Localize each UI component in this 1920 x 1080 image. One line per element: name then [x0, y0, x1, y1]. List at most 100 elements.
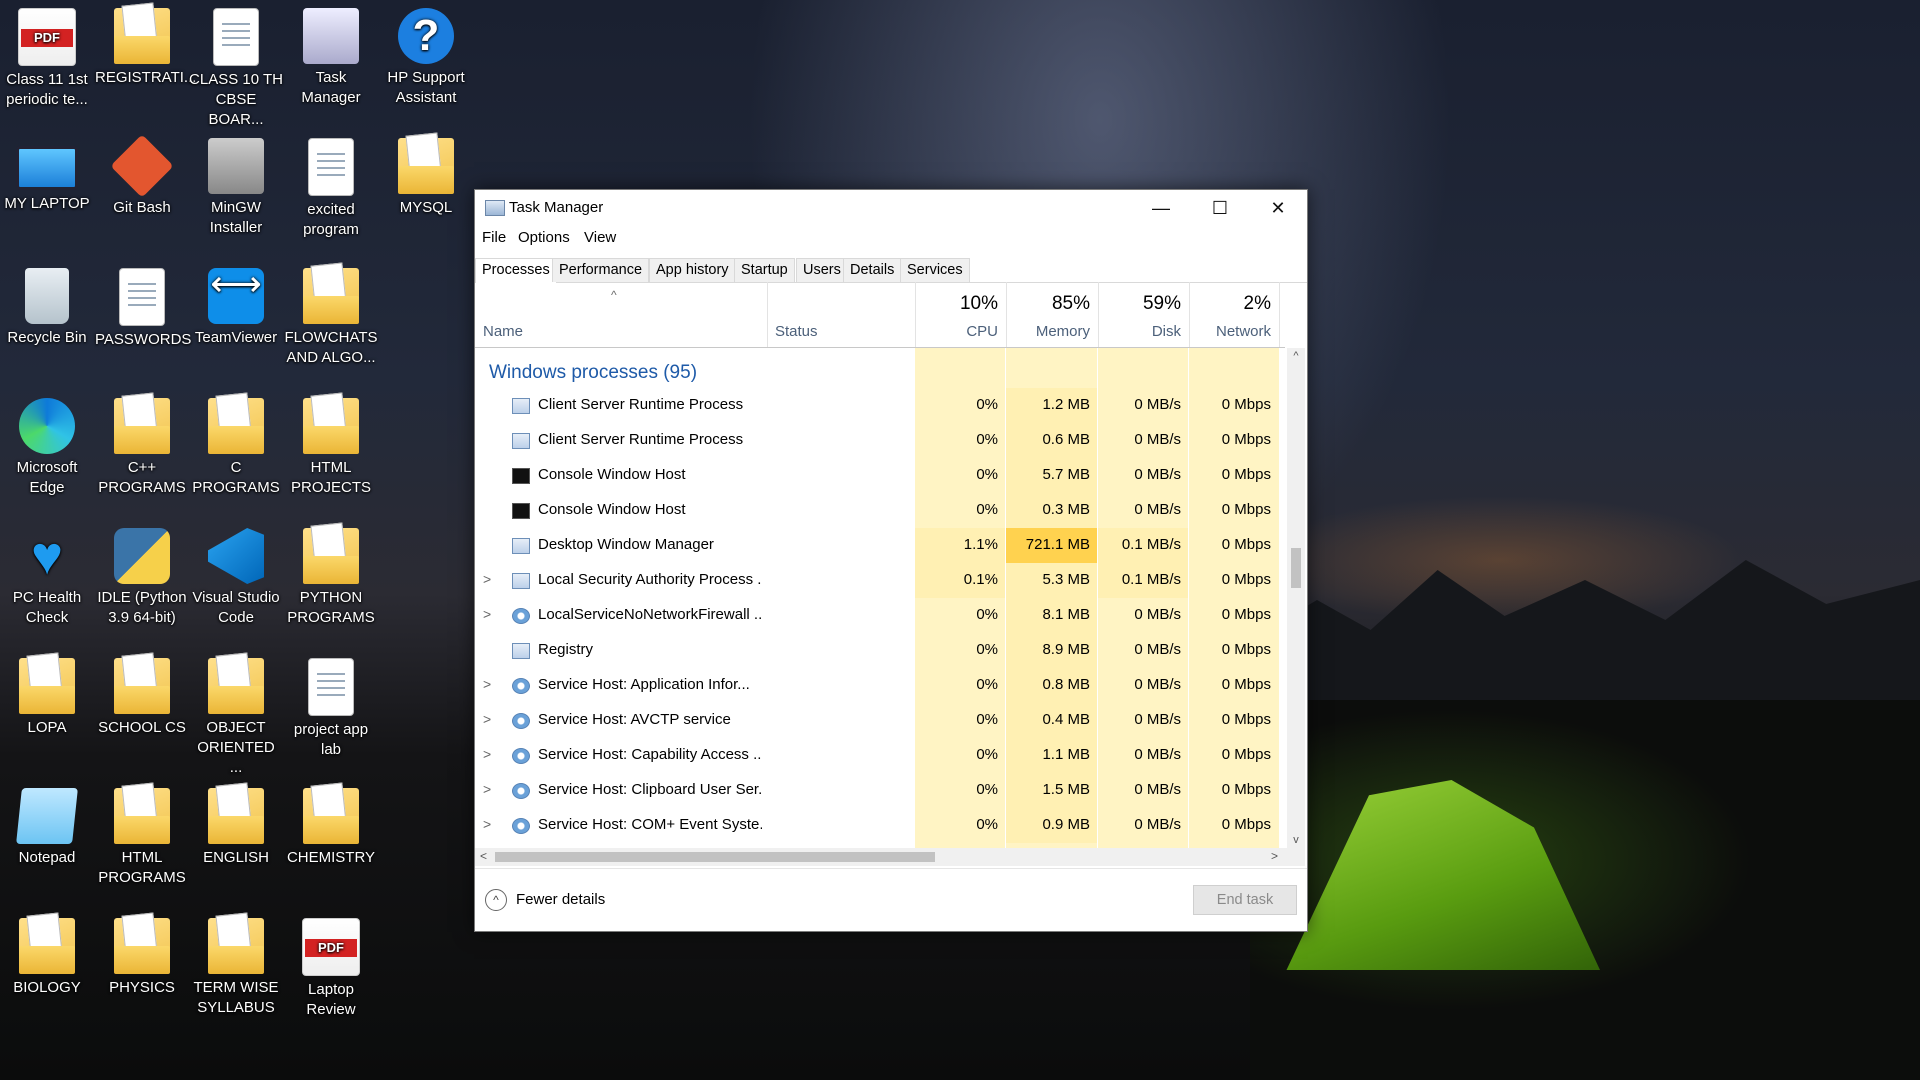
- menu-options[interactable]: Options: [518, 229, 570, 246]
- desktop-icon[interactable]: project app lab: [284, 650, 378, 760]
- expand-chevron-icon[interactable]: >: [483, 816, 497, 832]
- table-row[interactable]: Console Window Host 0% 0.3 MB 0 MB/s 0 Mbps: [475, 493, 1285, 528]
- desktop-icon[interactable]: Microsoft Edge: [0, 390, 94, 498]
- menu-file[interactable]: File: [482, 229, 506, 246]
- vertical-scrollbar[interactable]: ^ v: [1287, 348, 1305, 848]
- desktop-icon[interactable]: SCHOOL CS: [95, 650, 189, 738]
- table-row[interactable]: > Local Security Authority Process ... 0.1…: [475, 563, 1285, 598]
- process-memory: 8.1 MB: [1042, 606, 1090, 623]
- tab-performance[interactable]: Performance: [552, 258, 650, 282]
- table-row[interactable]: > Service Host: Application Infor... 0% 0.8…: [475, 668, 1285, 703]
- desktop-icon[interactable]: HTML PROGRAMS: [95, 780, 189, 888]
- tab-app-history[interactable]: App history: [649, 258, 736, 282]
- desktop-icon[interactable]: Notepad: [0, 780, 94, 868]
- column-cpu[interactable]: 10% CPU: [915, 282, 1007, 347]
- desktop-icon[interactable]: CLASS 10 TH CBSE BOAR...: [189, 0, 283, 130]
- table-row[interactable]: > Service Host: Capability Access ... 0% 1.…: [475, 738, 1285, 773]
- folder-icon: [208, 398, 264, 454]
- desktop-icon[interactable]: TeamViewer: [189, 260, 283, 348]
- group-header-windows-processes[interactable]: Windows processes (95): [489, 362, 697, 384]
- expand-chevron-icon[interactable]: >: [483, 676, 497, 692]
- tab-details[interactable]: Details: [843, 258, 902, 282]
- expand-chevron-icon[interactable]: >: [483, 571, 497, 587]
- folder-icon: [303, 398, 359, 454]
- desktop-icon[interactable]: C++ PROGRAMS: [95, 390, 189, 498]
- menu-view[interactable]: View: [584, 229, 616, 246]
- task-manager-icon: [303, 8, 359, 64]
- desktop-icon[interactable]: ENGLISH: [189, 780, 283, 868]
- table-row[interactable]: Client Server Runtime Process 0% 1.2 MB 0 M…: [475, 388, 1285, 423]
- column-name[interactable]: ^ Name: [475, 282, 768, 347]
- desktop-icon[interactable]: IDLE (Python 3.9 64-bit): [95, 520, 189, 628]
- table-row[interactable]: > Service Host: Clipboard User Ser... 0% 1.…: [475, 773, 1285, 808]
- expand-chevron-icon[interactable]: >: [483, 606, 497, 622]
- table-row[interactable]: Registry 0% 8.9 MB 0 MB/s 0 Mbps: [475, 633, 1285, 668]
- desktop-icon[interactable]: Visual Studio Code: [189, 520, 283, 628]
- desktop-icon[interactable]: FLOWCHATS AND ALGO...: [284, 260, 378, 368]
- desktop-icon[interactable]: PYTHON PROGRAMS: [284, 520, 378, 628]
- scroll-down-arrow[interactable]: v: [1287, 834, 1305, 846]
- desktop-icon[interactable]: REGISTRATI...: [95, 0, 197, 88]
- table-row[interactable]: Client Server Runtime Process 0% 0.6 MB 0 M…: [475, 423, 1285, 458]
- expand-chevron-icon[interactable]: >: [483, 711, 497, 727]
- desktop-icon[interactable]: MYSQL: [379, 130, 473, 218]
- desktop-icon[interactable]: C PROGRAMS: [189, 390, 283, 498]
- desktop-icon[interactable]: Recycle Bin: [0, 260, 94, 348]
- folder-icon: [303, 528, 359, 584]
- fewer-details-link[interactable]: Fewer details: [516, 891, 605, 908]
- expand-chevron-icon[interactable]: >: [483, 781, 497, 797]
- tab-services[interactable]: Services: [900, 258, 970, 282]
- desktop-icon[interactable]: Git Bash: [95, 130, 189, 218]
- scroll-up-arrow[interactable]: ^: [1287, 350, 1305, 362]
- table-row[interactable]: > Service Host: COM+ Event Syste... 0% 0.9 …: [475, 808, 1285, 843]
- desktop-icon[interactable]: ♥ PC Health Check: [0, 520, 94, 628]
- column-network[interactable]: 2% Network: [1189, 282, 1280, 347]
- title-bar[interactable]: Task Manager — ☐ ✕: [475, 190, 1307, 226]
- column-memory[interactable]: 85% Memory: [1006, 282, 1099, 347]
- chevron-up-icon[interactable]: ^: [485, 889, 507, 911]
- tab-startup[interactable]: Startup: [734, 258, 795, 282]
- tab-users[interactable]: Users: [796, 258, 848, 282]
- scroll-right-arrow[interactable]: >: [1271, 849, 1278, 863]
- column-status[interactable]: Status: [767, 282, 916, 347]
- maximize-button[interactable]: ☐: [1191, 190, 1249, 226]
- table-row[interactable]: > Service Host: AVCTP service 0% 0.4 MB 0 MB…: [475, 703, 1285, 738]
- folder-icon: [114, 658, 170, 714]
- desktop-icon[interactable]: PASSWORDS: [95, 260, 191, 350]
- desktop-icon[interactable]: BIOLOGY: [0, 910, 94, 998]
- table-row[interactable]: Console Window Host 0% 5.7 MB 0 MB/s 0 Mbps: [475, 458, 1285, 493]
- desktop-icon[interactable]: LOPA: [0, 650, 94, 738]
- gear-icon: [512, 713, 530, 729]
- desktop-icon[interactable]: OBJECT ORIENTED ...: [189, 650, 283, 778]
- teamviewer-icon: [208, 268, 264, 324]
- desktop-icon[interactable]: Task Manager: [284, 0, 378, 108]
- desktop-icon[interactable]: Laptop Review: [284, 910, 378, 1020]
- desktop-icon[interactable]: MinGW Installer: [189, 130, 283, 238]
- pdf-icon: [302, 918, 360, 976]
- desktop-icon-label: REGISTRATI...: [95, 69, 197, 86]
- end-task-button[interactable]: End task: [1193, 885, 1297, 915]
- process-disk: 0.1 MB/s: [1121, 571, 1181, 588]
- table-row[interactable]: Desktop Window Manager 1.1% 721.1 MB 0.1 MB…: [475, 528, 1285, 563]
- column-disk[interactable]: 59% Disk: [1098, 282, 1190, 347]
- process-network: 0 Mbps: [1221, 676, 1271, 693]
- desktop-icon[interactable]: CHEMISTRY: [284, 780, 378, 868]
- desktop-icon[interactable]: TERM WISE SYLLABUS: [189, 910, 283, 1018]
- scroll-left-arrow[interactable]: <: [480, 849, 487, 863]
- close-button[interactable]: ✕: [1249, 190, 1307, 226]
- desktop-icon[interactable]: MY LAPTOP: [0, 130, 94, 214]
- table-row[interactable]: > LocalServiceNoNetworkFirewall ... 0% 8.1 …: [475, 598, 1285, 633]
- horizontal-scroll-thumb[interactable]: [495, 852, 935, 862]
- minimize-button[interactable]: —: [1132, 190, 1190, 226]
- expand-chevron-icon[interactable]: >: [483, 746, 497, 762]
- process-cpu: 0%: [976, 746, 998, 763]
- desktop-icon[interactable]: Class 11 1st periodic te...: [0, 0, 94, 110]
- desktop-icon[interactable]: ? HP Support Assistant: [379, 0, 473, 108]
- tab-processes[interactable]: Processes: [475, 258, 557, 283]
- desktop-icon[interactable]: HTML PROJECTS: [284, 390, 378, 498]
- gear-icon: [512, 678, 530, 694]
- desktop-icon[interactable]: excited program: [284, 130, 378, 240]
- horizontal-scrollbar[interactable]: < >: [475, 848, 1305, 866]
- vertical-scroll-thumb[interactable]: [1291, 548, 1301, 588]
- desktop-icon[interactable]: PHYSICS: [95, 910, 189, 998]
